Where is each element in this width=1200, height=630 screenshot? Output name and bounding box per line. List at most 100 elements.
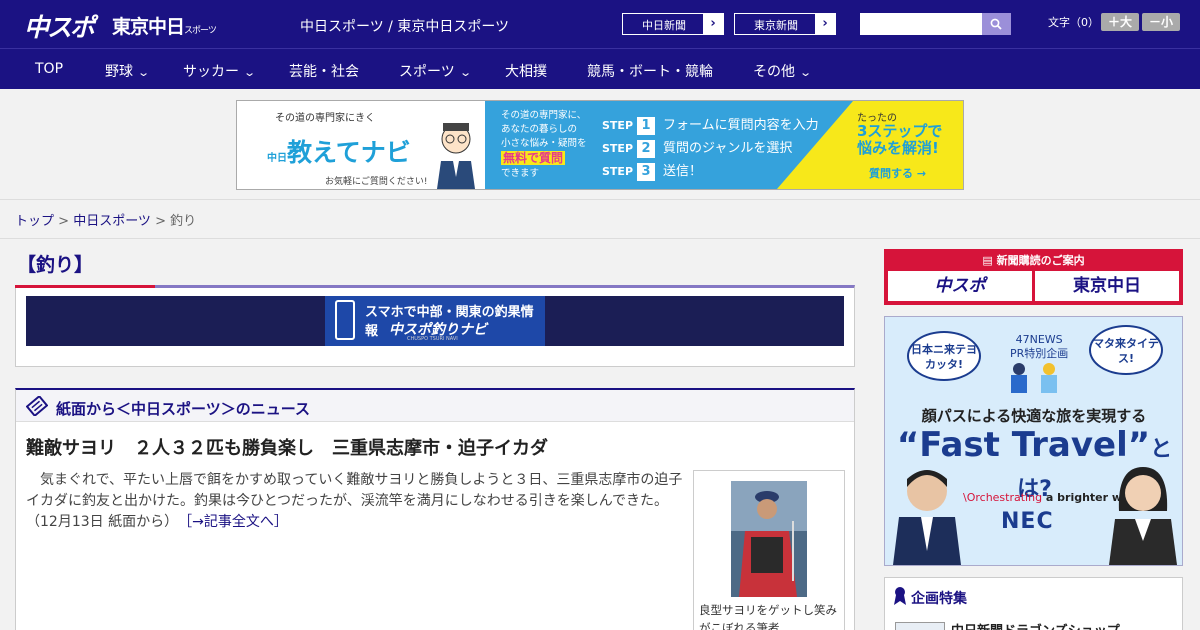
tokyo-shimbun-link[interactable]: 東京新聞 › <box>734 13 836 35</box>
chunichi-shimbun-link[interactable]: 中日新聞 › <box>622 13 724 35</box>
top-bar: 中スポ 東京中日スポーツ 中日スポーツ / 東京中日スポーツ 中日新聞 › 東京… <box>0 0 1200 48</box>
nav-soccer[interactable]: サッカー ⌄ <box>183 61 257 81</box>
tokyo-logo-suffix: スポーツ <box>184 26 217 36</box>
chevron-right-icon: › <box>703 14 723 34</box>
ad-free-highlight: 無料で質問 <box>501 151 566 165</box>
nav-label: 芸能・社会 <box>289 64 359 80</box>
feature-box: 企画特集 中日新聞ドラゴンズショップ <box>884 577 1183 630</box>
ad-sub: お気軽にご質問ください! <box>325 177 428 187</box>
nav-entertainment[interactable]: 芸能・社会 <box>289 61 359 81</box>
news-section: 紙面から＜中日スポーツ＞のニュース 難敵サヨリ ２人３２匹も勝負楽し 三重県志摩… <box>15 388 855 630</box>
step-word: STEP <box>602 142 634 155</box>
nec-logo: NEC <box>1001 509 1054 534</box>
ad-brand: 中日教えてナビ <box>267 133 411 169</box>
nav-label: サッカー <box>183 64 239 80</box>
subscribe-chuspo-button[interactable]: 中スポ <box>888 271 1032 301</box>
ad-47news: 47NEWS PR特別企画 <box>1010 333 1068 361</box>
link-label: 東京新聞 <box>754 19 798 32</box>
tokyo-chunichi-logo[interactable]: 東京中日スポーツ <box>112 12 217 39</box>
step-text: 送信！ <box>663 164 703 179</box>
step-number: 1 <box>637 117 656 135</box>
oshiete-navi-ad[interactable]: その道の専門家にきく 中日教えてナビ お気軽にご質問ください! その道の専門家に… <box>236 100 964 190</box>
ad-description: その道の専門家に、 あなたの暮らしの 小さな悩み・疑問を 無料で質問 できます <box>501 109 595 181</box>
article-summary: 気まぐれで、平たい上唇で餌をかすめ取っていく難敵サヨリと勝負しようと３日、三重県… <box>26 470 686 533</box>
nav-label: 野球 <box>105 64 133 80</box>
nav-sports[interactable]: スポーツ ⌄ <box>399 61 472 81</box>
breadcrumb: トップ > 中日スポーツ > 釣り <box>15 210 196 229</box>
breadcrumb-site[interactable]: 中日スポーツ <box>73 214 151 229</box>
ad-desc-line: その道の専門家に、 <box>501 110 587 121</box>
step-text: フォームに質問内容を入力 <box>663 118 819 133</box>
chevron-down-icon: ⌄ <box>137 66 151 79</box>
ad-left-panel: その道の専門家にきく 中日教えてナビ お気軽にご質問ください! <box>237 101 485 189</box>
step-word: STEP <box>602 165 634 178</box>
news-section-title: 紙面から＜中日スポーツ＞のニュース <box>56 400 310 418</box>
ad-headline: 3ステップで 悩みを解消! <box>857 123 942 157</box>
ad-brand-name: 教えてナビ <box>287 138 411 167</box>
ad-brand-prefix: 中日 <box>267 153 287 164</box>
chuspo-logo[interactable]: 中スポ <box>24 8 95 44</box>
nav-baseball[interactable]: 野球 ⌄ <box>105 61 151 81</box>
ad-steps: STEP 1 フォームに質問内容を入力 STEP 2 質問のジャンルを選択 STEP 3 送… <box>602 116 819 185</box>
article-body-text: 気まぐれで、平たい上唇で餌をかすめ取っていく難敵サヨリと勝負しようと３日、三重県… <box>26 472 683 530</box>
newspaper-icon <box>26 396 48 416</box>
breadcrumb-separator: > <box>54 214 74 229</box>
speech-bubble: 日本ニ来テヨカッタ! <box>907 331 981 381</box>
nav-label: スポーツ <box>399 64 455 80</box>
font-bigger-button[interactable]: ＋大 <box>1101 13 1139 31</box>
link-label: 中日新聞 <box>642 19 686 32</box>
newspaper-icon: ▤ <box>982 254 997 267</box>
font-smaller-button[interactable]: －小 <box>1142 13 1180 31</box>
chevron-down-icon: ⌄ <box>799 66 813 79</box>
site-title[interactable]: 中日スポーツ / 東京中日スポーツ <box>300 16 509 36</box>
man-photo-icon <box>893 470 961 565</box>
tsuri-navi-banner[interactable]: スマホで中部・関東の釣果情報 中スポ釣りナビ CHUSPO TSURI NAVI <box>26 296 844 346</box>
step-number: 2 <box>637 140 656 158</box>
ad-headline-line: 悩みを解消! <box>857 139 939 157</box>
ad-fast-travel-text: “Fast Travel” <box>896 425 1151 465</box>
tsuri-navi-section: スマホで中部・関東の釣果情報 中スポ釣りナビ CHUSPO TSURI NAVI <box>15 285 855 367</box>
ad-step: STEP 1 フォームに質問内容を入力 <box>602 116 819 139</box>
ad-step: STEP 2 質問のジャンルを選択 <box>602 139 819 162</box>
nav-sumo[interactable]: 大相撲 <box>505 61 547 81</box>
fisherman-photo-icon <box>731 481 807 597</box>
chevron-down-icon: ⌄ <box>243 66 257 79</box>
step-text: 質問のジャンルを選択 <box>663 141 793 156</box>
travelers-illustration-icon <box>1011 363 1057 393</box>
chevron-right-icon: › <box>815 14 835 34</box>
expert-illustration-icon <box>437 123 475 189</box>
ad-47news-title: 47NEWS <box>1015 333 1063 346</box>
ad-subtitle: 顔パスによる快適な旅を実現する <box>921 407 1147 425</box>
feature-title: 企画特集 <box>911 591 967 607</box>
article-photo <box>731 481 807 597</box>
breadcrumb-top[interactable]: トップ <box>15 214 54 229</box>
news-section-header: 紙面から＜中日スポーツ＞のニュース <box>16 390 854 422</box>
ad-cta[interactable]: 質問する → <box>869 165 926 181</box>
search-icon <box>990 18 1002 30</box>
ad-desc-line: あなたの暮らしの <box>501 124 578 135</box>
read-more-link[interactable]: ［→記事全文へ］ <box>185 514 288 530</box>
ad-slogan-a: \Orchestrating <box>963 491 1043 504</box>
ad-desc-line: できます <box>501 168 540 179</box>
tsuri-banner-inner: スマホで中部・関東の釣果情報 中スポ釣りナビ CHUSPO TSURI NAVI <box>325 296 545 346</box>
nec-ad[interactable]: 47NEWS PR特別企画 日本ニ来テヨカッタ! マタ来タイデス! 顔パスによる快… <box>884 316 1183 566</box>
nav-top[interactable]: TOP <box>35 61 63 77</box>
font-size-label: 文字（0） <box>1048 16 1099 29</box>
search-input[interactable] <box>860 13 982 35</box>
nav-other[interactable]: その他 ⌄ <box>753 61 813 81</box>
ad-headline-line: 3ステップで <box>857 122 943 140</box>
feature-item-link[interactable]: 中日新聞ドラゴンズショップ <box>951 620 1120 630</box>
article-title[interactable]: 難敵サヨリ ２人３２匹も勝負楽し 三重県志摩市・迫子イカダ <box>26 434 548 460</box>
woman-photo-icon <box>1109 467 1177 565</box>
smartphone-icon <box>335 300 355 340</box>
divider <box>0 238 1200 239</box>
nav-label: その他 <box>753 64 795 80</box>
nav-label: TOP <box>35 61 64 77</box>
feature-thumbnail[interactable] <box>895 622 945 630</box>
tsuri-banner-line3: CHUSPO TSURI NAVI <box>407 336 458 342</box>
photo-caption: 良型サヨリをゲットし笑みがこぼれる筆者 <box>699 603 837 630</box>
subscribe-tokyo-button[interactable]: 東京中日 <box>1035 271 1179 301</box>
nav-racing[interactable]: 競馬・ボート・競輪 <box>587 61 713 81</box>
search-button[interactable] <box>982 13 1011 35</box>
article-photo-box[interactable]: 良型サヨリをゲットし笑みがこぼれる筆者 <box>693 470 845 630</box>
